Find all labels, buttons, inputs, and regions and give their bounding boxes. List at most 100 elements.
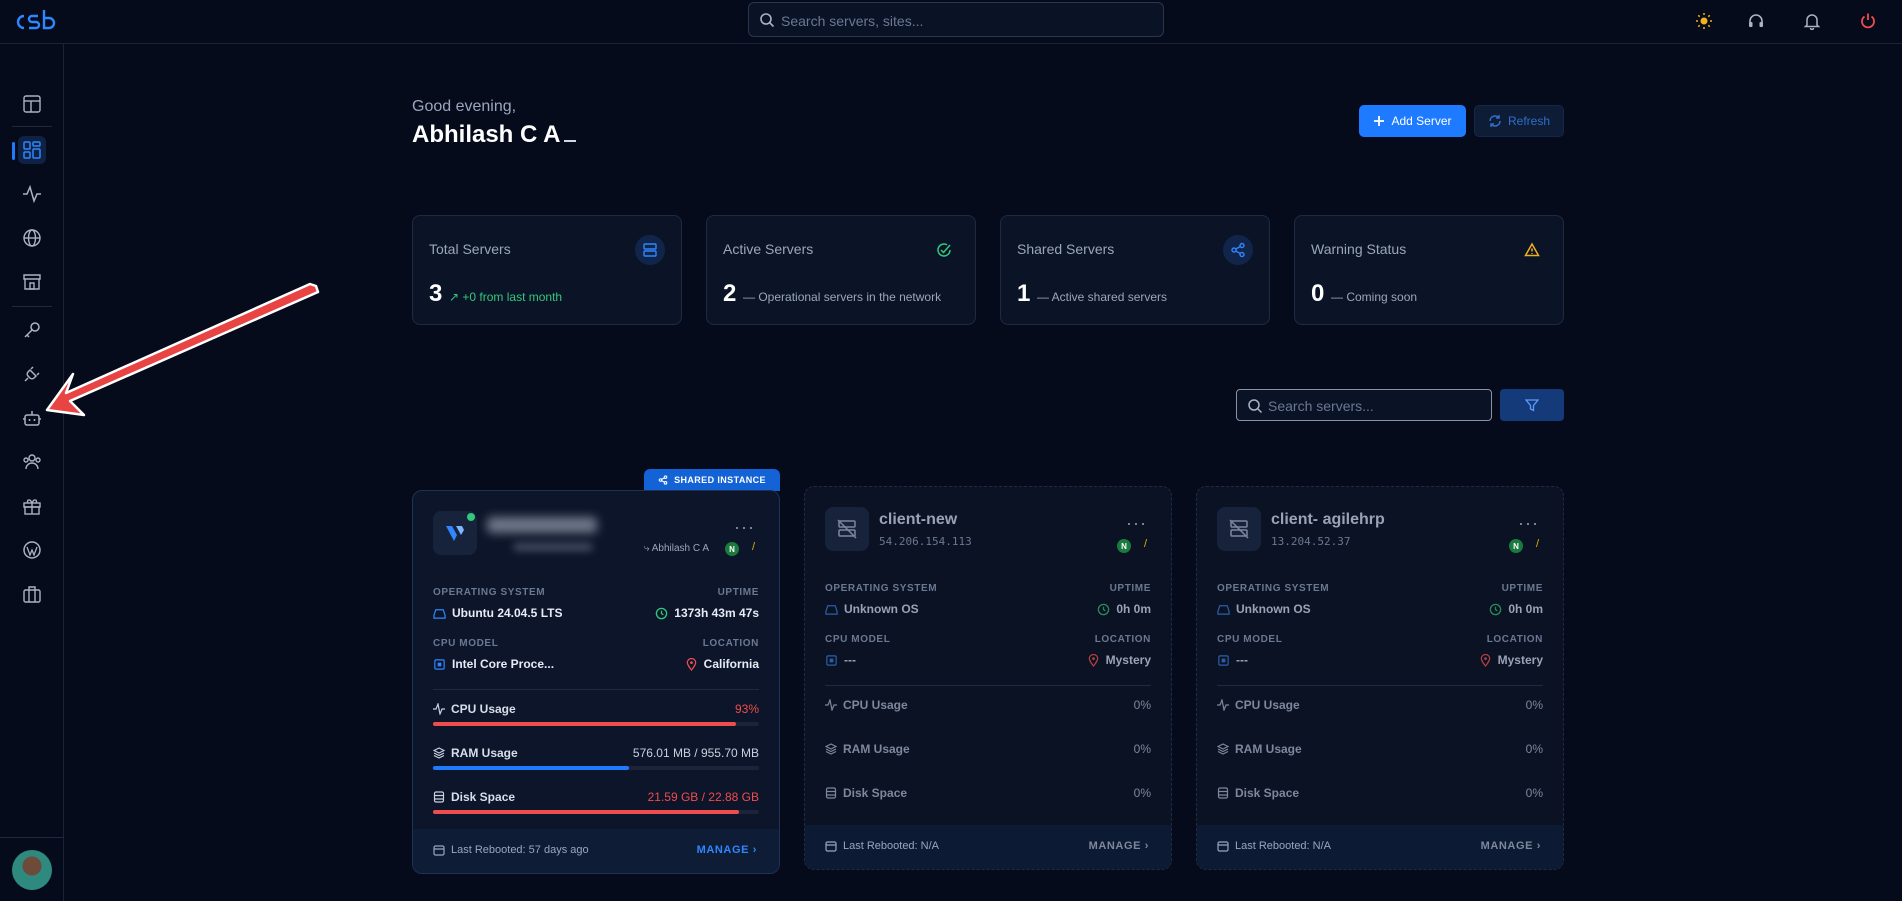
sidebar-plug-icon[interactable] [18,360,46,388]
server-card[interactable]: client-new 54.206.154.113 ··· N / OPERAT… [804,486,1172,870]
cpu-model-text: --- [844,653,856,667]
manage-link[interactable]: MANAGE › [697,844,757,856]
location-label: LOCATION [702,638,759,649]
server-search-placeholder: Search servers... [1268,398,1374,414]
uptime-value: 0h 0m [1489,602,1543,616]
disk-space-label-text: Disk Space [451,790,516,804]
location-text: Mystery [1105,653,1151,667]
user-avatar[interactable] [12,850,52,890]
ram-usage-value: 576.01 MB / 955.70 MB [632,746,759,760]
clock-icon [1490,603,1502,615]
node-badge-icon: N [1509,539,1523,553]
disk-space-label: Disk Space [825,786,907,800]
server-ip: 54.206.154.113 [879,535,972,548]
add-server-button[interactable]: Add Server [1359,105,1466,137]
sidebar-wordpress-icon[interactable] [18,536,46,564]
stat-card-shared-servers: Shared Servers 1 — Active shared servers [1000,215,1270,325]
ram-usage-label-text: RAM Usage [1235,742,1302,756]
share-icon [658,475,668,485]
sidebar-key-icon[interactable] [18,316,46,344]
sidebar-bot-icon[interactable] [18,404,46,432]
server-card[interactable]: client- agilehrp 13.204.52.37 ··· N / OP… [1196,486,1564,870]
refresh-button[interactable]: Refresh [1474,105,1564,137]
sidebar-globe-icon[interactable] [18,224,46,252]
ram-usage-label: RAM Usage [433,746,518,760]
manage-link[interactable]: MANAGE › [1481,840,1541,852]
ram-usage-label-text: RAM Usage [843,742,910,756]
sidebar-activity-icon[interactable] [18,180,46,208]
refresh-label: Refresh [1507,114,1551,128]
stat-subtext: — Active shared servers [1037,290,1168,304]
stat-value: 3 [429,280,443,307]
add-server-label: Add Server [1391,114,1452,128]
database-icon [1217,787,1229,799]
location-text: Mystery [1497,653,1543,667]
cpu-model-text: Intel Core Proce... [452,657,555,671]
edit-pencil-icon[interactable]: / [1144,538,1147,550]
sidebar-divider [0,837,64,838]
cpu-usage-value: 93% [734,702,759,716]
cpu-usage-value: 0% [1133,698,1151,712]
card-footer: Last Rebooted: 57 days ago MANAGE › [413,829,779,873]
last-rebooted: Last Rebooted: 57 days ago [433,844,589,856]
stat-value: 2 [723,280,737,307]
ram-usage-value: 0% [1525,742,1543,756]
sidebar-servers-grid-icon[interactable] [18,136,46,164]
edit-pencil-icon[interactable]: / [1536,538,1539,550]
more-options-icon[interactable]: ··· [1126,513,1147,534]
calendar-icon [825,841,837,852]
support-headphones-icon[interactable] [1744,9,1768,33]
location-label: LOCATION [1094,634,1151,645]
card-divider [433,689,759,690]
os-value-text: Ubuntu 24.04.5 LTS [452,606,563,620]
uptime-label: UPTIME [1501,583,1543,594]
app-logo[interactable] [14,8,58,34]
stat-title: Active Servers [723,241,814,257]
disk-space-value: 0% [1525,786,1543,800]
server-ip-redacted [513,543,593,551]
theme-toggle-sun-icon[interactable] [1692,9,1716,33]
sidebar-active-indicator [12,142,15,160]
manage-link[interactable]: MANAGE › [1089,840,1149,852]
disk-space-label: Disk Space [1217,786,1299,800]
uptime-value: 0h 0m [1097,602,1151,616]
stat-subtext: — Coming soon [1331,290,1418,304]
sidebar-briefcase-icon[interactable] [18,580,46,608]
location-value: Mystery [1479,653,1543,667]
more-options-icon[interactable]: ··· [734,517,755,538]
cpu-usage-label: CPU Usage [433,702,516,716]
layers-icon [433,747,445,759]
notifications-bell-icon[interactable] [1800,9,1824,33]
server-card[interactable]: ··· ⤷ Abhilash C A N / OPERATING SYSTEM … [412,490,780,874]
disk-space-bar [433,810,759,814]
sidebar-gift-icon[interactable] [18,492,46,520]
stat-subtext-text: +0 from last month [462,290,563,304]
logout-power-icon[interactable] [1856,9,1880,33]
more-options-icon[interactable]: ··· [1518,513,1539,534]
sidebar-dashboard-layout-icon[interactable] [18,90,46,118]
global-search-input[interactable]: Search servers, sites... [748,2,1164,37]
location-text: California [703,657,759,671]
last-rebooted: Last Rebooted: N/A [825,840,939,852]
server-search-input[interactable]: Search servers... [1236,389,1492,421]
sidebar-users-group-icon[interactable] [18,448,46,476]
sidebar-store-icon[interactable] [18,268,46,296]
server-owner-name: Abhilash C A [651,543,709,554]
disk-space-label-text: Disk Space [1235,786,1300,800]
share-icon [1223,235,1253,265]
card-divider [1217,685,1543,686]
cpu-model-label: CPU MODEL [825,634,891,645]
greeting-salutation: Good evening, [412,98,517,115]
os-label: OPERATING SYSTEM [825,583,938,594]
card-footer: Last Rebooted: N/A MANAGE › [1197,825,1563,869]
edit-pencil-icon[interactable]: / [752,541,755,553]
cpu-chip-icon [434,658,445,670]
node-badge-icon: N [725,542,739,556]
disk-space-fill [433,810,740,814]
global-search-placeholder: Search servers, sites... [781,13,924,29]
map-pin-icon [1088,653,1098,667]
cpu-usage-fill [433,722,737,726]
layers-icon [825,743,837,755]
cpu-usage-label-text: CPU Usage [1235,698,1300,712]
filter-button[interactable] [1500,389,1564,421]
